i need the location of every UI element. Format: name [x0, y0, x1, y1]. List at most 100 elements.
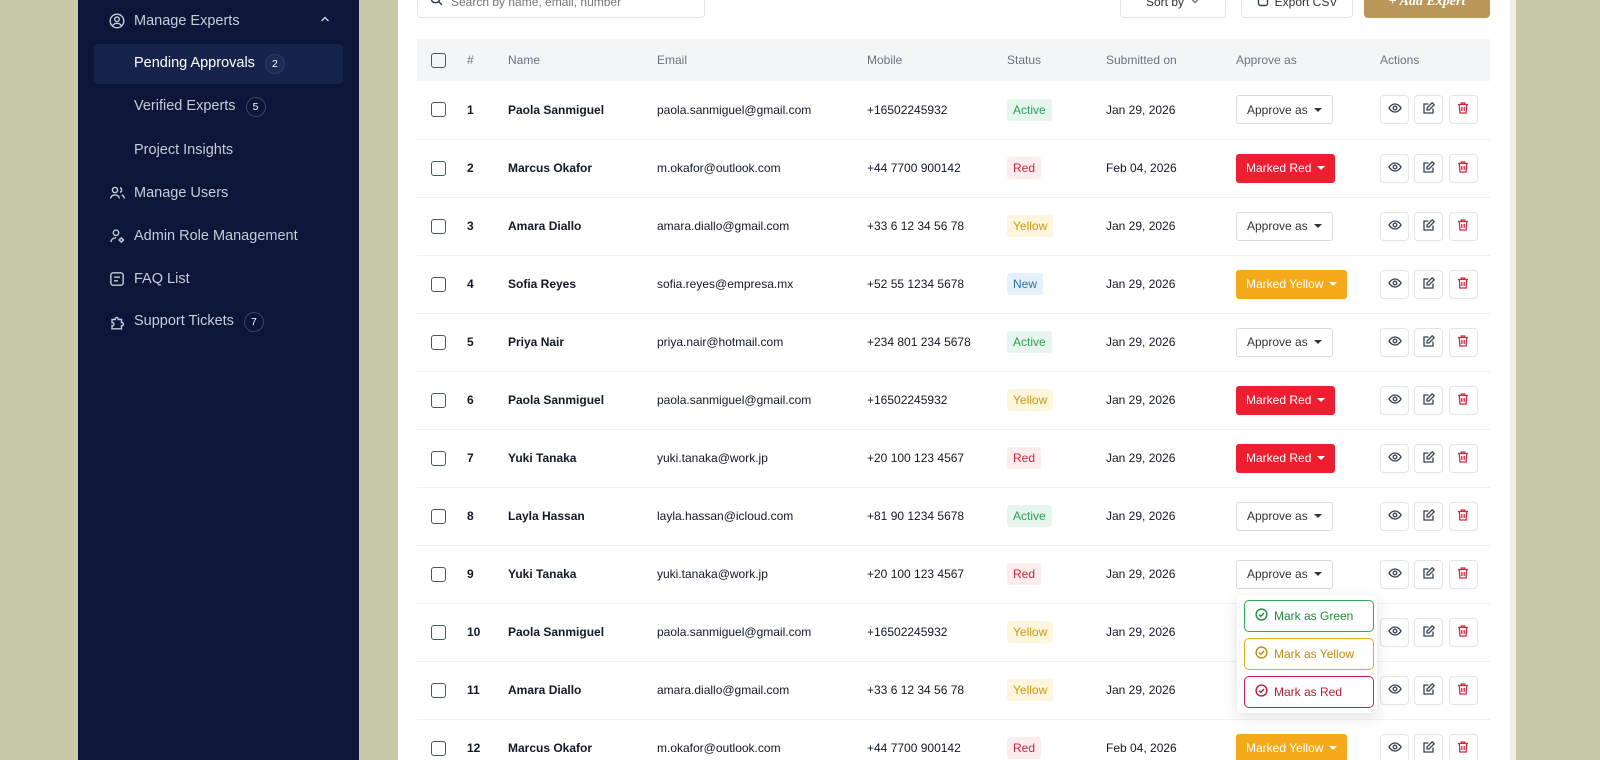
approve-as-select[interactable]: Marked Red: [1236, 153, 1336, 183]
select-all-checkbox[interactable]: [431, 52, 446, 68]
edit-button[interactable]: [1414, 675, 1444, 705]
view-button[interactable]: [1380, 617, 1409, 647]
search-box[interactable]: [417, 0, 705, 18]
approve-as-select[interactable]: Marked Red: [1236, 443, 1336, 473]
row-checkbox[interactable]: [431, 334, 446, 350]
approve-as-select[interactable]: Approve as: [1236, 559, 1333, 589]
sidebar-item-pending-approvals[interactable]: Pending Approvals 2: [94, 44, 343, 84]
eye-icon: [1387, 392, 1402, 409]
mark-as-red-option[interactable]: Mark as Red: [1244, 676, 1374, 708]
row-number: 2: [467, 139, 508, 198]
row-checkbox[interactable]: [431, 450, 446, 466]
view-button[interactable]: [1380, 385, 1409, 415]
edit-button[interactable]: [1414, 733, 1444, 760]
approve-as-select[interactable]: Approve as: [1236, 327, 1333, 357]
row-checkbox[interactable]: [431, 102, 446, 118]
delete-button[interactable]: [1448, 385, 1478, 415]
view-button[interactable]: [1380, 211, 1409, 241]
view-button[interactable]: [1380, 327, 1409, 357]
row-checkbox[interactable]: [431, 392, 446, 408]
caret-down-icon: [1313, 340, 1322, 344]
row-checkbox[interactable]: [431, 624, 446, 640]
approve-as-select[interactable]: Approve as: [1236, 501, 1333, 531]
delete-button[interactable]: [1448, 617, 1478, 647]
sidebar-item-faq-list[interactable]: FAQ List: [78, 259, 359, 299]
view-button[interactable]: [1380, 95, 1409, 125]
view-button[interactable]: [1380, 269, 1409, 299]
edit-button[interactable]: [1414, 617, 1444, 647]
edit-button[interactable]: [1414, 501, 1444, 531]
sidebar-item-project-insights[interactable]: Project Insights: [78, 130, 359, 170]
chevron-up-icon[interactable]: [319, 13, 331, 29]
delete-button[interactable]: [1448, 211, 1478, 241]
edit-button[interactable]: [1414, 153, 1444, 183]
row-checkbox[interactable]: [431, 160, 446, 176]
view-button[interactable]: [1380, 675, 1409, 705]
add-expert-button[interactable]: + Add Expert: [1364, 0, 1490, 18]
sidebar: Manage Experts Pending Approvals 2 Verifi…: [78, 0, 359, 760]
sidebar-item-manage-experts[interactable]: Manage Experts: [78, 1, 359, 41]
edit-button[interactable]: [1414, 385, 1444, 415]
select-cell: [417, 313, 467, 372]
sidebar-item-manage-users[interactable]: Manage Users: [78, 173, 359, 213]
actions-cell: [1380, 487, 1490, 546]
approve-as-label: Approve as: [1247, 509, 1308, 523]
expert-name: Marcus Okafor: [508, 719, 657, 760]
sidebar-item-admin-role-management[interactable]: Admin Role Management: [78, 216, 359, 256]
delete-button[interactable]: [1448, 501, 1478, 531]
mark-as-yellow-option[interactable]: Mark as Yellow: [1244, 638, 1374, 670]
view-button[interactable]: [1380, 443, 1409, 473]
trash-icon: [1456, 566, 1470, 583]
row-checkbox[interactable]: [431, 276, 446, 292]
row-checkbox[interactable]: [431, 508, 446, 524]
delete-button[interactable]: [1448, 443, 1478, 473]
edit-icon: [1422, 450, 1436, 467]
table-row: 2 Marcus Okafor m.okafor@outlook.com +44…: [417, 139, 1490, 198]
delete-button[interactable]: [1448, 269, 1478, 299]
ticket-icon: [108, 313, 126, 331]
sort-by-button[interactable]: Sort by: [1120, 0, 1226, 18]
delete-button[interactable]: [1448, 153, 1478, 183]
check-circle-icon: [1255, 684, 1268, 700]
view-button[interactable]: [1380, 733, 1409, 760]
mark-as-green-option[interactable]: Mark as Green: [1244, 600, 1374, 632]
edit-button[interactable]: [1414, 559, 1444, 589]
view-button[interactable]: [1380, 153, 1409, 183]
row-checkbox[interactable]: [431, 218, 446, 234]
delete-button[interactable]: [1448, 675, 1478, 705]
search-input[interactable]: [451, 0, 691, 9]
approve-as-select[interactable]: Marked Yellow: [1236, 269, 1348, 299]
expert-mobile: +16502245932: [867, 371, 1007, 430]
row-checkbox[interactable]: [431, 566, 446, 582]
delete-button[interactable]: [1448, 733, 1478, 760]
approve-cell: Approve as: [1236, 487, 1380, 546]
approve-as-label: Approve as: [1247, 567, 1308, 581]
caret-down-icon: [1313, 514, 1322, 518]
edit-button[interactable]: [1414, 95, 1444, 125]
option-label: Mark as Green: [1274, 609, 1354, 623]
view-button[interactable]: [1380, 559, 1409, 589]
approve-as-select[interactable]: Marked Red: [1236, 385, 1336, 415]
sidebar-item-label: Verified Experts 5: [134, 97, 266, 117]
row-checkbox[interactable]: [431, 682, 446, 698]
delete-button[interactable]: [1448, 95, 1478, 125]
view-button[interactable]: [1380, 501, 1409, 531]
row-checkbox[interactable]: [431, 740, 446, 756]
edit-button[interactable]: [1414, 211, 1444, 241]
edit-button[interactable]: [1414, 327, 1444, 357]
export-csv-button[interactable]: Export CSV: [1241, 0, 1353, 18]
edit-button[interactable]: [1414, 443, 1444, 473]
approve-as-select[interactable]: Marked Yellow: [1236, 733, 1348, 760]
sidebar-item-support-tickets[interactable]: Support Tickets 7: [78, 302, 359, 342]
approve-as-select[interactable]: Approve as: [1236, 95, 1333, 125]
expert-mobile: +44 7700 900142: [867, 139, 1007, 198]
edit-icon: [1422, 740, 1436, 757]
edit-button[interactable]: [1414, 269, 1444, 299]
sidebar-item-verified-experts[interactable]: Verified Experts 5: [78, 87, 359, 127]
submitted-date: Jan 29, 2026: [1106, 313, 1236, 372]
delete-button[interactable]: [1448, 559, 1478, 589]
delete-button[interactable]: [1448, 327, 1478, 357]
eye-icon: [1387, 624, 1402, 641]
approve-as-select[interactable]: Approve as: [1236, 211, 1333, 241]
edit-icon: [1422, 160, 1436, 177]
